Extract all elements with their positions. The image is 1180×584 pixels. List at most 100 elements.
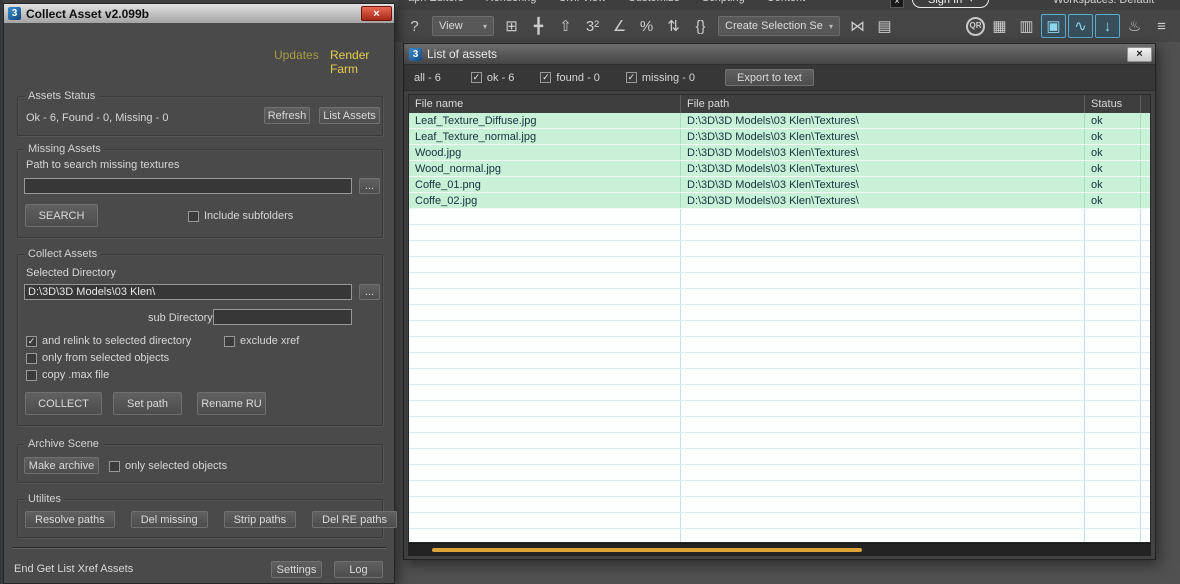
layer-manager-icon[interactable]: ▤	[872, 14, 897, 39]
dialog-titlebar[interactable]: 3 Collect Asset v2.099b ×	[4, 4, 394, 23]
include-subfolders-checkbox[interactable]	[188, 210, 199, 222]
exclude-xref-option[interactable]: exclude xref	[224, 335, 299, 347]
spinner-snap-icon[interactable]: ⇅	[661, 14, 686, 39]
selection-set-dropdown[interactable]: Create Selection Se ▾	[718, 16, 840, 36]
menu-item[interactable]: Rendering	[486, 0, 537, 4]
utilites-button-resolve-paths[interactable]: Resolve paths	[25, 511, 115, 528]
filter-missing-checkbox[interactable]	[625, 72, 637, 83]
directory-browse-button[interactable]: ...	[359, 284, 380, 300]
file-name-cell	[409, 465, 681, 480]
filter-ok-checkbox[interactable]	[470, 72, 482, 83]
select-and-place-icon[interactable]: ⇧	[553, 14, 578, 39]
file-path-cell: D:\3D\3D Models\03 Klen\Textures\	[681, 161, 1085, 176]
workspace-selector[interactable]: Workspaces: Default	[1053, 0, 1154, 6]
asset-row[interactable]: Leaf_Texture_Diffuse.jpg D:\3D\3D Models\…	[409, 113, 1150, 129]
refresh-button[interactable]: Refresh	[264, 107, 310, 124]
column-header-file-path[interactable]: File path	[681, 95, 1085, 113]
updates-link[interactable]: Updates	[274, 48, 319, 62]
status-cell	[1085, 353, 1141, 368]
menu-item[interactable]: aph Editors	[408, 0, 464, 4]
scene-explorer-icon[interactable]: ▦	[987, 14, 1012, 39]
settings-button[interactable]: Settings	[271, 561, 322, 578]
filter-ok[interactable]: ok - 6	[470, 72, 514, 84]
menu-item[interactable]: Content	[767, 0, 806, 4]
file-path-cell	[681, 385, 1085, 400]
file-path-cell	[681, 273, 1085, 288]
set-path-button[interactable]: Set path	[113, 392, 182, 415]
autodesk-x-icon[interactable]: ×	[890, 0, 904, 8]
asset-row[interactable]: Leaf_Texture_normal.jpg D:\3D\3D Models\0…	[409, 129, 1150, 145]
use-pivot-point-icon[interactable]: ⊞	[499, 14, 524, 39]
snap-toggle-icon[interactable]: 3²	[580, 14, 605, 39]
exclude-xref-checkbox[interactable]	[224, 335, 235, 347]
close-icon[interactable]: ×	[361, 6, 392, 21]
only-selected-objects-option[interactable]: only selected objects	[109, 460, 227, 472]
missing-browse-button[interactable]: ...	[359, 178, 380, 194]
missing-path-input[interactable]	[24, 178, 352, 194]
reference-coordinate-dropdown-label: View	[439, 20, 463, 32]
empty-row	[409, 321, 1150, 337]
column-header-status[interactable]: Status	[1085, 95, 1141, 113]
filler-cell	[1141, 465, 1150, 480]
collect-button[interactable]: COLLECT	[25, 392, 102, 415]
menu-icon[interactable]: ≡	[1149, 14, 1174, 39]
include-subfolders-option[interactable]: Include subfolders	[188, 210, 293, 222]
asset-row[interactable]: Coffe_02.jpg D:\3D\3D Models\03 Klen\Text…	[409, 193, 1150, 209]
render-setup-icon[interactable]: ♨	[1122, 14, 1147, 39]
filler-cell	[1141, 337, 1150, 352]
rename-ru-button[interactable]: Rename RU	[197, 392, 266, 415]
empty-row	[409, 417, 1150, 433]
file-name-cell: Leaf_Texture_Diffuse.jpg	[409, 113, 681, 128]
empty-row	[409, 273, 1150, 289]
list-assets-button[interactable]: List Assets	[319, 107, 380, 124]
relink-option[interactable]: and relink to selected directory	[26, 335, 191, 347]
empty-row	[409, 449, 1150, 465]
mirror-icon[interactable]: ⋈	[845, 14, 870, 39]
percent-snap-icon[interactable]: %	[634, 14, 659, 39]
menu-item[interactable]: Customize	[628, 0, 680, 4]
filter-missing[interactable]: missing - 0	[625, 72, 695, 84]
log-button[interactable]: Log	[334, 561, 383, 578]
select-and-move-icon[interactable]: ╋	[526, 14, 551, 39]
assets-window-titlebar[interactable]: 3 List of assets ×	[404, 44, 1155, 65]
copy-max-option[interactable]: copy .max file	[26, 369, 109, 381]
scrollbar-thumb[interactable]	[432, 548, 862, 552]
horizontal-scrollbar[interactable]	[408, 543, 1151, 556]
only-selected-option[interactable]: only from selected objects	[26, 352, 169, 364]
close-icon[interactable]: ×	[1127, 46, 1152, 62]
asset-row[interactable]: Wood_normal.jpg D:\3D\3D Models\03 Klen\T…	[409, 161, 1150, 177]
asset-row[interactable]: Wood.jpg D:\3D\3D Models\03 Klen\Textures…	[409, 145, 1150, 161]
copy-max-checkbox[interactable]	[26, 369, 37, 381]
menu-item[interactable]: Scripting	[702, 0, 745, 4]
sub-directory-input[interactable]	[213, 309, 352, 325]
selected-directory-input[interactable]	[24, 284, 352, 300]
filter-found-checkbox[interactable]	[540, 72, 552, 83]
menu-item[interactable]: Civil View	[558, 0, 605, 4]
only-selected-objects-checkbox[interactable]	[109, 460, 120, 472]
utilites-button-del-missing[interactable]: Del missing	[130, 511, 208, 528]
empty-row	[409, 529, 1150, 542]
named-selection-sets-icon[interactable]: {}	[688, 14, 713, 39]
column-header-file-name[interactable]: File name	[409, 95, 681, 113]
status-cell	[1085, 513, 1141, 528]
utilites-button-del-re-paths[interactable]: Del RE paths	[312, 511, 397, 528]
utilites-button-strip-paths[interactable]: Strip paths	[223, 511, 297, 528]
render-farm-link[interactable]: Render Farm	[330, 48, 394, 76]
qr-render-icon[interactable]: QR	[966, 16, 985, 36]
search-button[interactable]: SEARCH	[25, 204, 98, 227]
list-of-assets-window: 3 List of assets × all - 6 ok - 6 found …	[403, 43, 1156, 560]
asset-row[interactable]: Coffe_01.png D:\3D\3D Models\03 Klen\Text…	[409, 177, 1150, 193]
make-archive-button[interactable]: Make archive	[24, 457, 99, 474]
only-selected-checkbox[interactable]	[26, 352, 37, 364]
curve-editor-icon[interactable]: ∿	[1068, 14, 1093, 38]
render-production-icon[interactable]: ↓	[1095, 14, 1120, 38]
filter-found[interactable]: found - 0	[540, 72, 600, 84]
rendered-frame-icon[interactable]: ▣	[1041, 14, 1066, 38]
angle-snap-icon[interactable]: ∠	[607, 14, 632, 39]
relink-checkbox[interactable]	[26, 335, 37, 347]
reference-coordinate-dropdown[interactable]: View ▾	[432, 16, 494, 36]
keyboard-override-icon[interactable]: ?	[402, 14, 427, 39]
export-to-text-button[interactable]: Export to text	[725, 69, 814, 86]
layer-explorer-icon[interactable]: ▥	[1014, 14, 1039, 39]
sign-in-button[interactable]: Sign In ▾	[912, 0, 990, 8]
